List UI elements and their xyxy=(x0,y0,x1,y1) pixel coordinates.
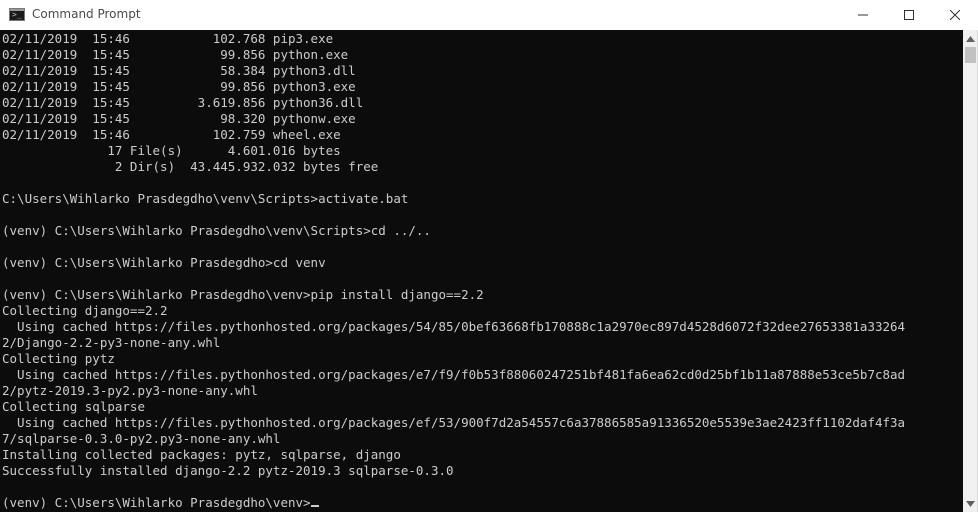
maximize-button[interactable] xyxy=(886,0,932,30)
console-line: (venv) C:\Users\Wihlarko Prasdegdho\venv… xyxy=(2,287,484,302)
console-line: 02/11/2019 15:45 3.619.856 python36.dll xyxy=(2,95,364,110)
console-line: 17 File(s) 4.601.016 bytes xyxy=(2,143,341,158)
scroll-down-button[interactable] xyxy=(963,495,978,512)
close-icon xyxy=(950,10,960,20)
console-line: Collecting django==2.2 xyxy=(2,303,168,318)
console-line: 02/11/2019 15:46 102.768 pip3.exe xyxy=(2,31,334,46)
scroll-down-arrow-icon xyxy=(966,500,975,507)
minimize-icon xyxy=(858,14,868,16)
scroll-up-arrow-icon xyxy=(966,35,975,42)
console-line: Collecting sqlparse xyxy=(2,399,145,414)
console-line: Using cached https://files.pythonhosted.… xyxy=(2,415,906,430)
console-line: 2/pytz-2019.3-py2.py3-none-any.whl xyxy=(2,383,258,398)
prompt-line[interactable]: (venv) C:\Users\Wihlarko Prasdegdho\venv… xyxy=(2,495,905,511)
console-line: Successfully installed django-2.2 pytz-2… xyxy=(2,463,454,478)
terminal-output[interactable]: 02/11/2019 15:46 102.768 pip3.exe 02/11/2… xyxy=(0,30,963,512)
scroll-up-button[interactable] xyxy=(963,30,978,47)
console-line: 7/sqlparse-0.3.0-py2.py3-none-any.whl xyxy=(2,431,281,446)
console-line: (venv) C:\Users\Wihlarko Prasdegdho>cd v… xyxy=(2,255,326,270)
console-line: (venv) C:\Users\Wihlarko Prasdegdho\venv… xyxy=(2,223,431,238)
console-line: Installing collected packages: pytz, sql… xyxy=(2,447,401,462)
text-cursor xyxy=(310,505,319,507)
console-line: 02/11/2019 15:45 99.856 python.exe xyxy=(2,47,349,62)
title-bar[interactable]: >_ Command Prompt xyxy=(0,0,978,30)
window-title: Command Prompt xyxy=(32,7,141,21)
console-line: 02/11/2019 15:46 102.759 wheel.exe xyxy=(2,127,341,142)
console-text: 02/11/2019 15:46 102.768 pip3.exe 02/11/2… xyxy=(2,31,905,511)
console-line: 2/Django-2.2-py3-none-any.whl xyxy=(2,335,221,350)
minimize-button[interactable] xyxy=(840,0,886,30)
console-line: Using cached https://files.pythonhosted.… xyxy=(2,367,906,382)
vertical-scrollbar[interactable] xyxy=(963,30,978,512)
current-prompt: (venv) C:\Users\Wihlarko Prasdegdho\venv… xyxy=(2,495,311,510)
console-line: 2 Dir(s) 43.445.932.032 bytes free xyxy=(2,159,379,174)
console-line: C:\Users\Wihlarko Prasdegdho\venv\Script… xyxy=(2,191,409,206)
scroll-thumb[interactable] xyxy=(965,47,976,63)
console-line: Collecting pytz xyxy=(2,351,115,366)
console-line: Using cached https://files.pythonhosted.… xyxy=(2,319,906,334)
maximize-icon xyxy=(904,10,914,20)
console-line: 02/11/2019 15:45 98.320 pythonw.exe xyxy=(2,111,356,126)
console-line: 02/11/2019 15:45 58.384 python3.dll xyxy=(2,63,356,78)
cmd-icon: >_ xyxy=(9,8,25,21)
close-button[interactable] xyxy=(932,0,978,30)
console-line: 02/11/2019 15:45 99.856 python3.exe xyxy=(2,79,356,94)
